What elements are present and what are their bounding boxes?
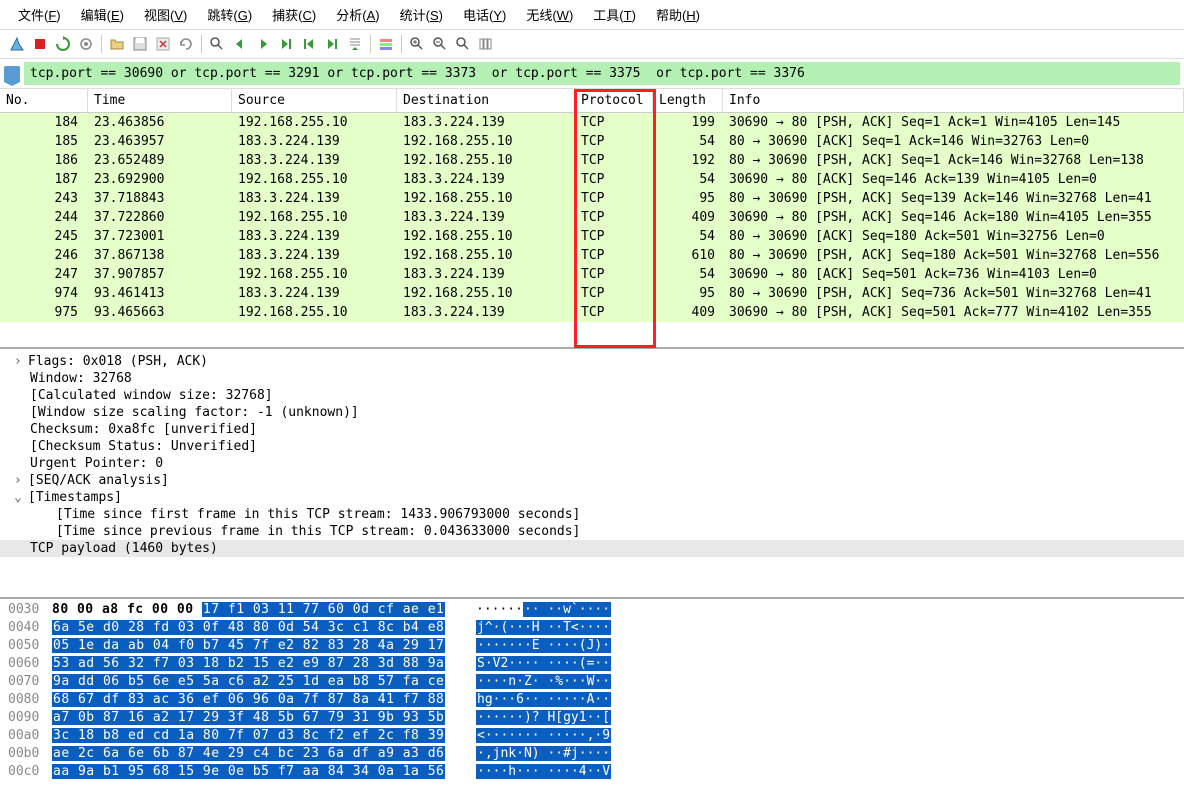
find-icon[interactable]	[206, 33, 228, 55]
menu-item[interactable]: 跳转(G)	[197, 2, 262, 27]
zoom-reset-icon[interactable]	[452, 33, 474, 55]
menu-item[interactable]: 视图(V)	[134, 2, 197, 27]
detail-line[interactable]: [Time since previous frame in this TCP s…	[0, 523, 1184, 540]
col-info[interactable]: Info	[723, 89, 1184, 112]
menu-item[interactable]: 分析(A)	[326, 2, 389, 27]
hex-row[interactable]: 00a03c 18 b8 ed cd 1a 80 7f 07 d3 8c f2 …	[0, 727, 1184, 745]
detail-line[interactable]: [Window size scaling factor: -1 (unknown…	[0, 404, 1184, 421]
restart-capture-icon[interactable]	[52, 33, 74, 55]
filter-bar	[0, 59, 1184, 89]
packet-row[interactable]: 97493.461413183.3.224.139192.168.255.10T…	[0, 284, 1184, 303]
hex-row[interactable]: 00709a dd 06 b5 6e e5 5a c6 a2 25 1d ea …	[0, 673, 1184, 691]
detail-line[interactable]: [Timestamps]	[0, 489, 1184, 506]
shark-fin-icon[interactable]	[6, 33, 28, 55]
bookmark-icon[interactable]	[4, 66, 20, 82]
colorize-icon[interactable]	[375, 33, 397, 55]
packet-row[interactable]: 24437.722860192.168.255.10183.3.224.139T…	[0, 208, 1184, 227]
packet-row[interactable]: 18723.692900192.168.255.10183.3.224.139T…	[0, 170, 1184, 189]
packet-row[interactable]: 18623.652489183.3.224.139192.168.255.10T…	[0, 151, 1184, 170]
col-protocol[interactable]: Protocol	[575, 89, 653, 112]
detail-line[interactable]: [Calculated window size: 32768]	[0, 387, 1184, 404]
close-icon[interactable]	[152, 33, 174, 55]
zoom-in-icon[interactable]	[406, 33, 428, 55]
detail-line[interactable]: Checksum: 0xa8fc [unverified]	[0, 421, 1184, 438]
menu-item[interactable]: 帮助(H)	[646, 2, 710, 27]
stop-capture-icon[interactable]	[29, 33, 51, 55]
menu-item[interactable]: 文件(F)	[8, 2, 71, 27]
packet-row[interactable]: 24637.867138183.3.224.139192.168.255.10T…	[0, 246, 1184, 265]
detail-line[interactable]: Window: 32768	[0, 370, 1184, 387]
go-first-icon[interactable]	[298, 33, 320, 55]
options-icon[interactable]	[75, 33, 97, 55]
hex-row[interactable]: 00406a 5e d0 28 fd 03 0f 48 80 0d 54 3c …	[0, 619, 1184, 637]
menu-item[interactable]: 捕获(C)	[262, 2, 326, 27]
resize-columns-icon[interactable]	[475, 33, 497, 55]
display-filter-input[interactable]	[24, 62, 1180, 85]
go-back-icon[interactable]	[229, 33, 251, 55]
hex-row[interactable]: 00b0ae 2c 6a 6e 6b 87 4e 29 c4 bc 23 6a …	[0, 745, 1184, 763]
packet-row[interactable]: 24737.907857192.168.255.10183.3.224.139T…	[0, 265, 1184, 284]
detail-line[interactable]: Flags: 0x018 (PSH, ACK)	[0, 353, 1184, 370]
go-last-icon[interactable]	[321, 33, 343, 55]
packet-details[interactable]: Flags: 0x018 (PSH, ACK)Window: 32768[Cal…	[0, 349, 1184, 599]
packet-row[interactable]: 24337.718843183.3.224.139192.168.255.10T…	[0, 189, 1184, 208]
col-no[interactable]: No.	[0, 89, 88, 112]
menu-item[interactable]: 无线(W)	[516, 2, 583, 27]
menu-item[interactable]: 电话(Y)	[453, 2, 516, 27]
save-icon[interactable]	[129, 33, 151, 55]
hex-row[interactable]: 008068 67 df 83 ac 36 ef 06 96 0a 7f 87 …	[0, 691, 1184, 709]
packet-row[interactable]: 24537.723001183.3.224.139192.168.255.10T…	[0, 227, 1184, 246]
packet-row[interactable]: 18523.463957183.3.224.139192.168.255.10T…	[0, 132, 1184, 151]
hex-row[interactable]: 006053 ad 56 32 f7 03 18 b2 15 e2 e9 87 …	[0, 655, 1184, 673]
hex-row[interactable]: 005005 1e da ab 04 f0 b7 45 7f e2 82 83 …	[0, 637, 1184, 655]
auto-scroll-icon[interactable]	[344, 33, 366, 55]
hex-dump[interactable]: 003080 00 a8 fc 00 00 17 f1 03 11 77 60 …	[0, 599, 1184, 783]
detail-line[interactable]: TCP payload (1460 bytes)	[0, 540, 1184, 557]
col-time[interactable]: Time	[88, 89, 232, 112]
zoom-out-icon[interactable]	[429, 33, 451, 55]
menu-item[interactable]: 编辑(E)	[71, 2, 134, 27]
packet-row[interactable]: 97593.465663192.168.255.10183.3.224.139T…	[0, 303, 1184, 322]
hex-row[interactable]: 00c0aa 9a b1 95 68 15 9e 0e b5 f7 aa 84 …	[0, 763, 1184, 781]
col-destination[interactable]: Destination	[397, 89, 575, 112]
detail-line[interactable]: [Time since first frame in this TCP stre…	[0, 506, 1184, 523]
packet-row[interactable]: 18423.463856192.168.255.10183.3.224.139T…	[0, 113, 1184, 132]
detail-line[interactable]: Urgent Pointer: 0	[0, 455, 1184, 472]
col-length[interactable]: Length	[653, 89, 723, 112]
packet-list[interactable]: No. Time Source Destination Protocol Len…	[0, 89, 1184, 349]
reload-icon[interactable]	[175, 33, 197, 55]
menu-item[interactable]: 工具(T)	[583, 2, 646, 27]
go-to-icon[interactable]	[275, 33, 297, 55]
col-source[interactable]: Source	[232, 89, 397, 112]
menu-bar: 文件(F)编辑(E)视图(V)跳转(G)捕获(C)分析(A)统计(S)电话(Y)…	[0, 0, 1184, 30]
detail-line[interactable]: [SEQ/ACK analysis]	[0, 472, 1184, 489]
open-file-icon[interactable]	[106, 33, 128, 55]
hex-row[interactable]: 0090a7 0b 87 16 a2 17 29 3f 48 5b 67 79 …	[0, 709, 1184, 727]
packet-list-header: No. Time Source Destination Protocol Len…	[0, 89, 1184, 113]
go-forward-icon[interactable]	[252, 33, 274, 55]
hex-row[interactable]: 003080 00 a8 fc 00 00 17 f1 03 11 77 60 …	[0, 601, 1184, 619]
detail-line[interactable]: [Checksum Status: Unverified]	[0, 438, 1184, 455]
toolbar	[0, 30, 1184, 59]
menu-item[interactable]: 统计(S)	[390, 2, 453, 27]
